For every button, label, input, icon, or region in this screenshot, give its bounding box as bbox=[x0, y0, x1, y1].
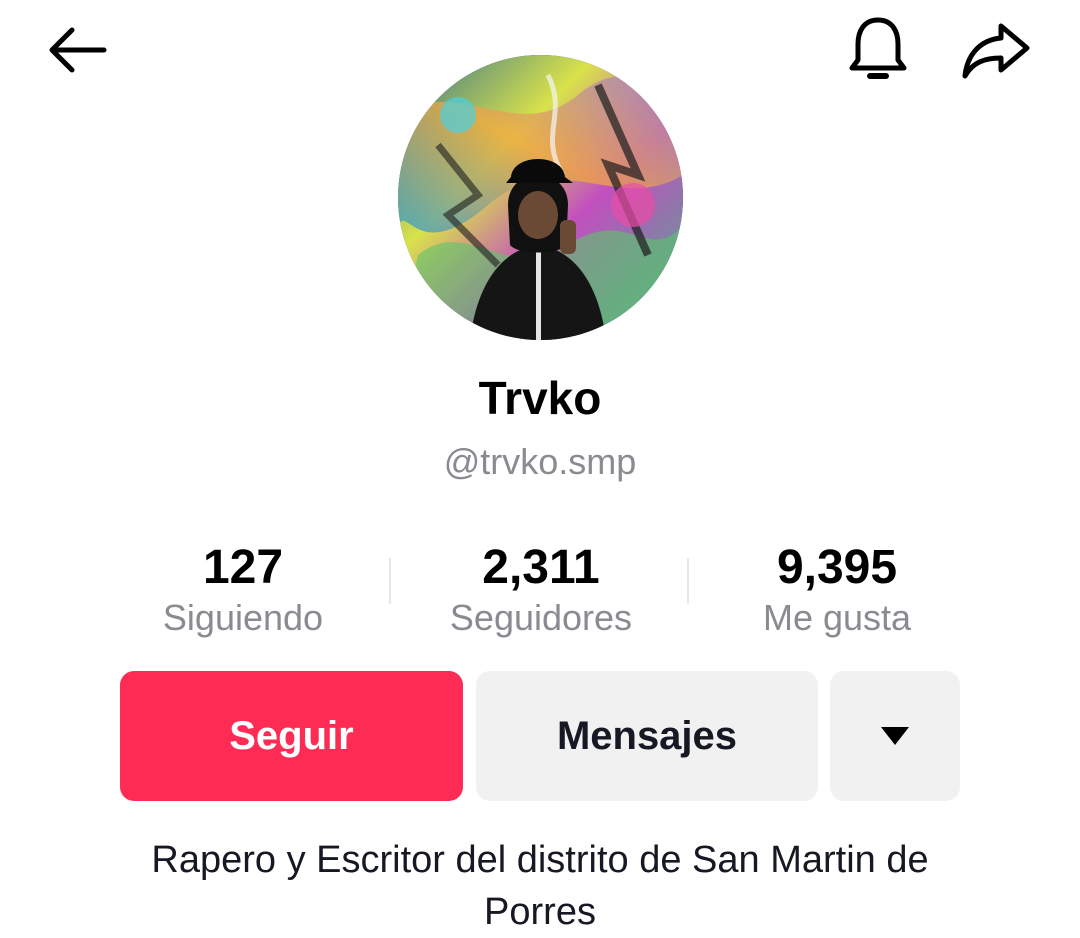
followers-label: Seguidores bbox=[449, 597, 633, 638]
stat-following[interactable]: 127 Siguiendo bbox=[113, 540, 373, 640]
display-name: Trvko bbox=[478, 372, 602, 424]
bell-icon bbox=[849, 17, 907, 79]
stat-divider bbox=[687, 558, 689, 604]
stat-likes: 9,395 Me gusta bbox=[707, 540, 967, 640]
share-arrow-icon bbox=[962, 23, 1030, 79]
following-count: 127 bbox=[202, 541, 284, 594]
followers-count: 2,311 bbox=[482, 541, 600, 594]
avatar-photo bbox=[398, 55, 683, 340]
back-button[interactable] bbox=[40, 20, 112, 80]
likes-count: 9,395 bbox=[776, 541, 898, 594]
follow-button[interactable]: Seguir bbox=[120, 671, 463, 801]
message-button[interactable]: Mensajes bbox=[476, 671, 818, 801]
more-options-button[interactable] bbox=[830, 671, 960, 801]
caret-down-icon bbox=[881, 727, 909, 745]
stat-divider bbox=[389, 558, 391, 604]
likes-label: Me gusta bbox=[762, 597, 912, 638]
following-label: Siguiendo bbox=[162, 597, 324, 638]
share-button[interactable] bbox=[958, 16, 1034, 84]
arrow-left-icon bbox=[49, 27, 107, 73]
profile-stats: 127 Siguiendo 2,311 Seguidores 9,395 Me … bbox=[0, 540, 1080, 640]
profile-bio: Rapero y Escritor del distrito de San Ma… bbox=[151, 839, 929, 933]
stat-followers[interactable]: 2,311 Seguidores bbox=[411, 540, 671, 640]
avatar[interactable] bbox=[398, 55, 683, 340]
username: @trvko.smp bbox=[443, 441, 637, 482]
notification-bell-button[interactable] bbox=[842, 14, 914, 86]
